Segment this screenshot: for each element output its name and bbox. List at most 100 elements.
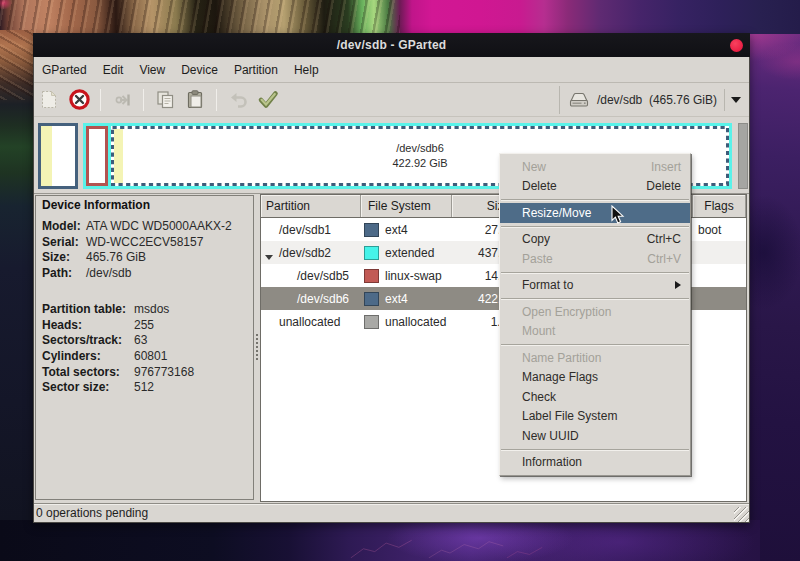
menu-edit[interactable]: Edit (95, 59, 132, 81)
info-label: Partition table: (42, 302, 134, 318)
close-button[interactable] (730, 39, 743, 52)
info-label: Size: (42, 250, 86, 266)
cell-filesystem: unallocated (361, 315, 452, 329)
combo-dropdown-icon (731, 97, 741, 103)
mouse-cursor (611, 205, 625, 225)
menu-separator (500, 196, 690, 203)
column-header-filesystem[interactable]: File System (361, 195, 452, 217)
delete-icon (69, 89, 90, 110)
info-label: Sectors/track: (42, 333, 134, 349)
info-value: 63 (134, 333, 253, 349)
info-value: ATA WDC WD5000AAKX-2 (86, 219, 253, 235)
info-value: WD-WCC2ECV58157 (86, 235, 253, 251)
diskbar-segment-sdb1[interactable] (38, 123, 78, 189)
window-title: /dev/sdb - GParted (337, 38, 447, 52)
cell-filesystem: extended (361, 246, 452, 260)
fs-color-swatch (364, 292, 379, 306)
copy-button[interactable] (150, 86, 180, 114)
menu-item-new: NewInsert (500, 157, 690, 177)
apply-button[interactable] (253, 86, 283, 114)
cell-flags: boot (693, 223, 746, 237)
menu-item-name-partition: Name Partition (500, 348, 690, 368)
menu-separator (500, 446, 690, 453)
info-value: 255 (134, 318, 253, 334)
new-partition-icon (39, 89, 59, 110)
menu-device[interactable]: Device (173, 59, 226, 81)
info-value: /dev/sdb (86, 266, 253, 282)
device-selector[interactable]: /dev/sdb (465.76 GiB) (559, 86, 745, 114)
device-info-group2: Partition table:msdos Heads:255 Sectors/… (42, 302, 253, 396)
menu-help[interactable]: Help (286, 59, 327, 81)
menu-partition[interactable]: Partition (226, 59, 286, 81)
info-label: Sector size: (42, 380, 134, 396)
info-value: msdos (134, 302, 253, 318)
wallpaper-top (0, 0, 800, 34)
menu-separator (500, 269, 690, 276)
statusbar: 0 operations pending (34, 503, 749, 522)
menu-item-check[interactable]: Check (500, 387, 690, 407)
info-label: Path: (42, 266, 86, 282)
menu-item-resize-move[interactable]: Resize/Move (500, 203, 690, 223)
menu-item-copy[interactable]: CopyCtrl+C (500, 230, 690, 250)
partition-context-menu: NewInsert DeleteDelete Resize/Move CopyC… (499, 153, 691, 476)
toolbar-separator (216, 89, 217, 111)
toolbar: /dev/sdb (465.76 GiB) (34, 83, 749, 117)
menu-item-new-uuid[interactable]: New UUID (500, 426, 690, 446)
menubar: GParted Edit View Device Partition Help (34, 57, 749, 83)
fs-color-swatch (364, 269, 379, 283)
info-label: Model: (42, 219, 86, 235)
paste-icon (185, 89, 206, 110)
delete-partition-button[interactable] (64, 86, 94, 114)
menu-separator (500, 223, 690, 230)
new-partition-button[interactable] (34, 86, 64, 114)
info-label: Total sectors: (42, 365, 134, 381)
cell-partition: /dev/sdb2 (261, 246, 361, 260)
info-value: 60801 (134, 349, 253, 365)
resize-grip[interactable] (734, 507, 749, 522)
paste-button[interactable] (180, 86, 210, 114)
combo-separator (724, 89, 725, 111)
diskbar-segment-unallocated[interactable] (738, 123, 748, 189)
menu-item-delete[interactable]: DeleteDelete (500, 177, 690, 197)
info-value: 465.76 GiB (86, 250, 253, 266)
menu-separator (500, 341, 690, 348)
cell-partition: /dev/sdb5 (261, 269, 361, 283)
device-info-title: Device Information (42, 198, 253, 212)
cell-filesystem: ext4 (361, 292, 452, 306)
cell-filesystem: linux-swap (361, 269, 452, 283)
column-header-flags[interactable]: Flags (693, 195, 746, 217)
menu-item-manage-flags[interactable]: Manage Flags (500, 368, 690, 388)
toolbar-separator (143, 89, 144, 111)
fs-color-swatch (364, 223, 379, 237)
wallpaper-right (748, 0, 800, 561)
diskbar-segment-sdb5[interactable] (86, 126, 108, 186)
info-label: Cylinders: (42, 349, 134, 365)
copy-icon (155, 89, 176, 110)
status-text: 0 operations pending (36, 506, 148, 520)
gparted-window: /dev/sdb - GParted GParted Edit View Dev… (33, 33, 750, 523)
menu-separator (500, 295, 690, 302)
device-selector-value: /dev/sdb (465.76 GiB) (597, 93, 717, 107)
wallpaper-lightning (310, 536, 590, 558)
undo-icon (227, 90, 249, 110)
menu-view[interactable]: View (131, 59, 173, 81)
cell-partition: unallocated (261, 315, 361, 329)
undo-button[interactable] (223, 86, 253, 114)
info-value: 512 (134, 380, 253, 396)
info-label: Serial: (42, 235, 86, 251)
expander-icon[interactable] (265, 255, 273, 260)
menu-gparted[interactable]: GParted (34, 59, 95, 81)
menu-item-label-file-system[interactable]: Label File System (500, 407, 690, 427)
menu-item-format-to[interactable]: Format to (500, 276, 690, 296)
cell-partition: /dev/sdb6 (261, 292, 361, 306)
info-label: Heads: (42, 318, 134, 334)
harddisk-icon (568, 91, 590, 108)
cell-partition: /dev/sdb1 (261, 223, 361, 237)
pane-splitter[interactable] (254, 194, 260, 503)
menu-item-open-encryption: Open Encryption (500, 302, 690, 322)
column-header-partition[interactable]: Partition (261, 195, 361, 217)
menu-item-information[interactable]: Information (500, 453, 690, 473)
splitter-handle (256, 334, 258, 362)
titlebar[interactable]: /dev/sdb - GParted (33, 33, 750, 57)
resize-move-button[interactable] (107, 86, 137, 114)
